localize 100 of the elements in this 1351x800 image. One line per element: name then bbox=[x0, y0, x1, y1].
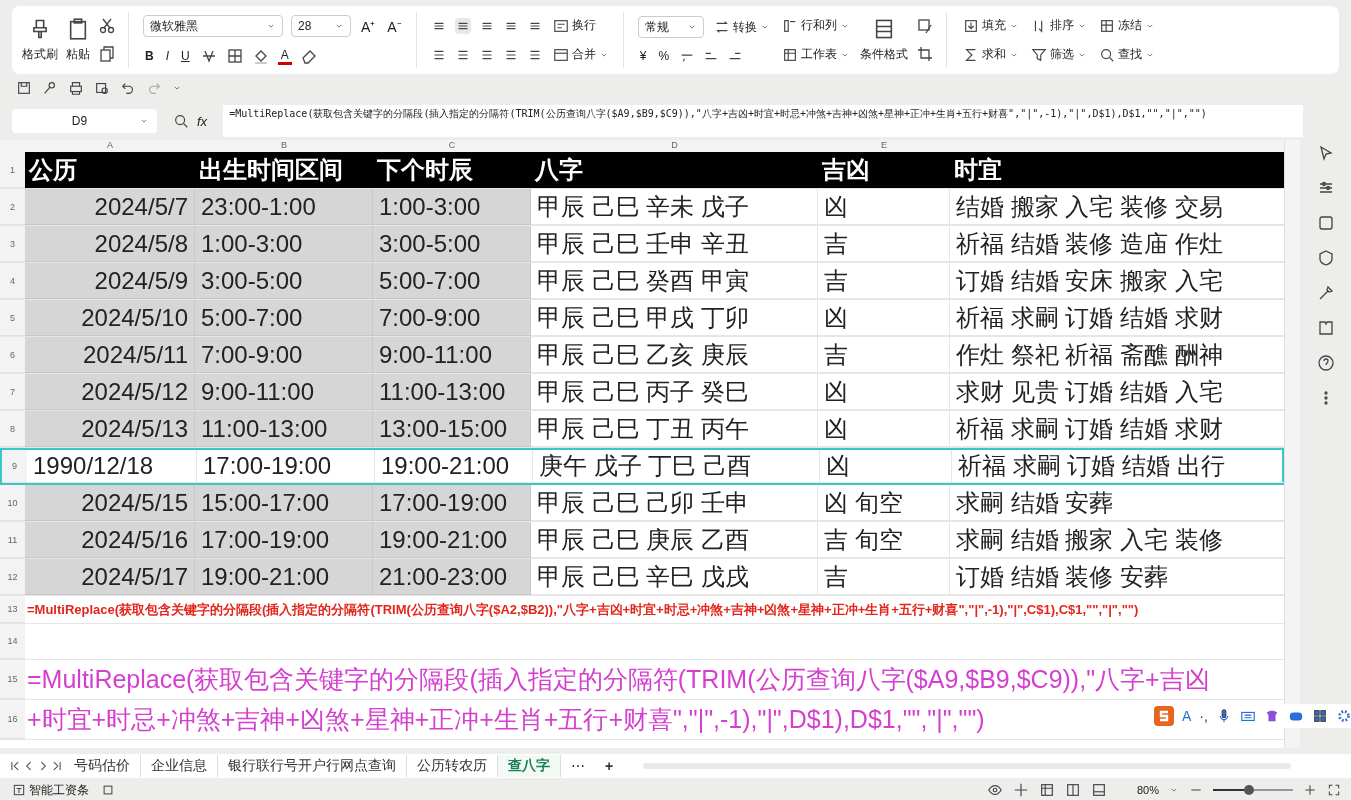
font-family-dropdown[interactable]: 微软雅黑 bbox=[143, 15, 283, 37]
sort-button[interactable]: 排序 bbox=[1028, 16, 1089, 35]
formula-field[interactable]: =MultiReplace(获取包含关键字的分隔段(插入指定的分隔符(TRIM(公历查询八字($A9,$B9,$C9)),"八字+吉凶+时宜+时忌+冲煞+吉神+凶煞+星神+正冲+生肖+五行+财喜","|",-1),"|",D$1),D$1,"","|","") bbox=[223, 105, 1303, 137]
sheet-tab[interactable]: 企业信息 bbox=[141, 755, 218, 777]
currency-button[interactable]: ¥ bbox=[637, 48, 649, 64]
table-cell: 凶 bbox=[818, 300, 950, 336]
freeze-button[interactable]: 冻结 bbox=[1096, 16, 1157, 35]
table-cell: 2024/5/13 bbox=[25, 411, 195, 447]
row-number[interactable]: 10 bbox=[0, 485, 25, 521]
row-number[interactable]: 3 bbox=[0, 226, 25, 262]
grid-icon[interactable] bbox=[1311, 708, 1328, 724]
zoom-icon[interactable] bbox=[173, 113, 189, 129]
undo-icon[interactable] bbox=[120, 80, 136, 96]
normal-view-icon[interactable] bbox=[1038, 782, 1055, 798]
table-cell: 吉 bbox=[818, 559, 950, 595]
zoom-level[interactable]: 80% bbox=[1136, 784, 1159, 796]
page-break-icon[interactable] bbox=[1090, 782, 1107, 798]
table-cell: 3:00-5:00 bbox=[373, 226, 531, 262]
paste-button[interactable]: 粘贴 bbox=[66, 17, 90, 63]
row-number[interactable]: 9 bbox=[2, 450, 27, 483]
row-number[interactable]: 14 bbox=[0, 624, 25, 659]
fullscreen-icon[interactable] bbox=[1327, 783, 1341, 797]
name-box[interactable]: D9 bbox=[12, 109, 157, 133]
payroll-button[interactable]: 智能工资条 bbox=[10, 780, 91, 800]
fill-down-icon bbox=[962, 17, 979, 34]
row-number[interactable]: 6 bbox=[0, 337, 25, 373]
number-format-dropdown[interactable]: 常规 bbox=[637, 16, 704, 38]
row-number[interactable]: 5 bbox=[0, 300, 25, 336]
vertical-scrollbar[interactable] bbox=[1284, 140, 1300, 748]
font-size-dropdown[interactable]: 28 bbox=[291, 15, 351, 37]
save-icon[interactable] bbox=[16, 80, 32, 96]
shield-icon[interactable] bbox=[1316, 249, 1335, 267]
wrap-text-button[interactable]: 换行 bbox=[550, 16, 598, 35]
table-cell: 吉 旬空 bbox=[818, 522, 950, 558]
column-header[interactable]: C bbox=[373, 140, 531, 152]
rows-columns-button[interactable]: 行和列 bbox=[779, 16, 852, 35]
table-cell: 5:00-7:00 bbox=[373, 263, 531, 299]
column-header[interactable]: D bbox=[531, 140, 818, 152]
row-number[interactable]: 8 bbox=[0, 411, 25, 447]
fill-button[interactable]: 填充 bbox=[960, 16, 1021, 35]
table-cell: 凶 bbox=[820, 450, 952, 483]
help-icon[interactable] bbox=[1316, 354, 1335, 372]
table-cell: 甲辰 己巳 庚辰 乙酉 bbox=[531, 522, 818, 558]
crop-icon[interactable] bbox=[915, 45, 934, 63]
merge-button[interactable]: 合并 bbox=[550, 45, 611, 64]
clipboard-icon bbox=[67, 17, 89, 40]
conditional-format-button[interactable]: 条件格式 bbox=[859, 17, 908, 63]
filter-button[interactable]: 筛选 bbox=[1028, 45, 1089, 64]
row-number[interactable]: 7 bbox=[0, 374, 25, 410]
table-cell: 9:00-11:00 bbox=[373, 337, 531, 373]
print-icon[interactable] bbox=[68, 80, 84, 96]
font-color-button[interactable]: A bbox=[277, 47, 292, 65]
sheet-tab[interactable]: 银行联行号开户行网点查询 bbox=[218, 755, 407, 777]
row-number[interactable]: 13 bbox=[0, 596, 25, 623]
eye-icon[interactable] bbox=[986, 782, 1003, 798]
print-preview-icon[interactable] bbox=[94, 80, 110, 96]
underline-button[interactable]: U bbox=[179, 48, 192, 64]
function-button[interactable]: fx bbox=[197, 113, 208, 129]
grow-font-button[interactable]: A⁺ bbox=[359, 15, 378, 37]
shrink-font-button[interactable]: A⁻ bbox=[385, 15, 404, 37]
row-number[interactable]: 1 bbox=[0, 152, 25, 188]
row-number[interactable]: 11 bbox=[0, 522, 25, 558]
percent-button[interactable]: % bbox=[656, 48, 672, 64]
find-button[interactable]: 查找 bbox=[1096, 45, 1157, 64]
convert-button[interactable]: 转换 bbox=[711, 17, 772, 37]
more-tabs-button[interactable]: ⋯ bbox=[561, 756, 595, 776]
frame-icon[interactable] bbox=[1316, 214, 1335, 232]
row-number[interactable]: 2 bbox=[0, 189, 25, 225]
ime-logo-icon[interactable] bbox=[1154, 706, 1174, 726]
page-layout-icon[interactable] bbox=[1064, 782, 1081, 798]
cell-style-icon[interactable] bbox=[915, 17, 934, 35]
cut-icon[interactable] bbox=[98, 17, 116, 35]
row-number[interactable]: 16 bbox=[0, 700, 25, 739]
add-sheet-button[interactable]: + bbox=[595, 756, 624, 776]
first-sheet-icon[interactable] bbox=[8, 759, 22, 773]
italic-button[interactable]: I bbox=[163, 48, 171, 64]
sum-button[interactable]: 求和 bbox=[960, 45, 1021, 64]
sheet-tab[interactable]: 号码估价 bbox=[64, 755, 141, 777]
table-cell: 2024/5/17 bbox=[25, 559, 195, 595]
format-painter-button[interactable]: 格式刷 bbox=[22, 17, 58, 63]
last-sheet-icon[interactable] bbox=[50, 759, 64, 773]
copy-icon[interactable] bbox=[98, 45, 116, 63]
row-number[interactable]: 12 bbox=[0, 559, 25, 595]
sheet-tab[interactable]: 查八字 bbox=[498, 755, 561, 777]
formula-text: =MultiReplace(获取包含关键字的分隔段(插入指定的分隔符(TRIM(公历查询八字($A2,$B2)),"八字+吉凶+时宜+时忌+冲煞+吉神+凶煞+星神+正冲+生肖+五行+财喜","|",-1),"|",C$1),C$1,"","|","") bbox=[27, 600, 1139, 619]
ime-mode[interactable]: A bbox=[1182, 708, 1192, 724]
zoom-in-icon[interactable] bbox=[1303, 783, 1317, 797]
column-header[interactable]: E bbox=[818, 140, 950, 152]
ime-punctuation[interactable]: ·, bbox=[1199, 708, 1208, 724]
borders-icon[interactable] bbox=[225, 47, 244, 65]
column-header[interactable]: B bbox=[195, 140, 373, 152]
row-number[interactable]: 4 bbox=[0, 263, 25, 299]
table-cell: 17:00-19:00 bbox=[195, 522, 373, 558]
row-number[interactable]: 15 bbox=[0, 660, 25, 699]
column-header[interactable]: A bbox=[25, 140, 195, 152]
key-icon[interactable] bbox=[42, 80, 58, 96]
table-cell: 甲辰 己巳 壬申 辛丑 bbox=[531, 226, 818, 262]
bold-button[interactable]: B bbox=[143, 48, 156, 64]
worksheet-button[interactable]: 工作表 bbox=[779, 45, 852, 64]
table-cell: 7:00-9:00 bbox=[373, 300, 531, 336]
